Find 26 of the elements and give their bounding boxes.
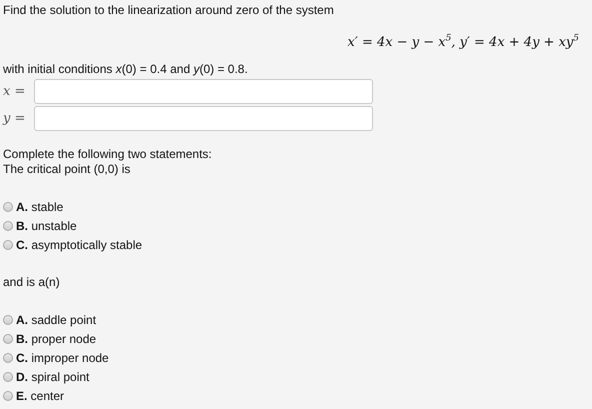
- radio-button[interactable]: [3, 390, 13, 400]
- option-label[interactable]: B. proper node: [16, 332, 96, 346]
- option-label[interactable]: E. center: [16, 388, 64, 402]
- initial-conditions-text: with initial conditions x(0) = 0.4 and y(0) = 0.8.: [3, 62, 249, 77]
- radio-button[interactable]: [3, 372, 13, 382]
- option-label[interactable]: A. stable: [16, 200, 64, 214]
- radio-button[interactable]: [3, 240, 13, 250]
- option-label[interactable]: A. saddle point: [16, 312, 96, 326]
- radio-button[interactable]: [3, 202, 13, 212]
- radio-button[interactable]: [3, 334, 13, 344]
- question-text: Find the solution to the linearization around zero of the system: [3, 3, 335, 18]
- option-label[interactable]: C. asymptotically stable: [16, 238, 142, 252]
- radio-button[interactable]: [3, 220, 13, 230]
- question-prompt: and is a(n): [3, 275, 61, 290]
- field-label: y =: [3, 111, 26, 126]
- answer-field[interactable]: [34, 79, 373, 104]
- option-label[interactable]: B. unstable: [16, 218, 77, 232]
- question-prompt: The critical point (0,0) is: [3, 162, 132, 177]
- answer-field[interactable]: [34, 106, 373, 131]
- radio-button[interactable]: [3, 352, 13, 362]
- field-label: x =: [3, 84, 26, 99]
- instructions-text: Complete the following two statements:: [3, 147, 213, 162]
- option-label[interactable]: D. spiral point: [16, 370, 90, 384]
- option-label[interactable]: C. improper node: [16, 350, 109, 364]
- radio-button[interactable]: [3, 314, 13, 324]
- equation-text: x′ = 4x − y − x$^{5}$, y′ = 4x + 4y + xy$^{5}$: [348, 32, 579, 52]
